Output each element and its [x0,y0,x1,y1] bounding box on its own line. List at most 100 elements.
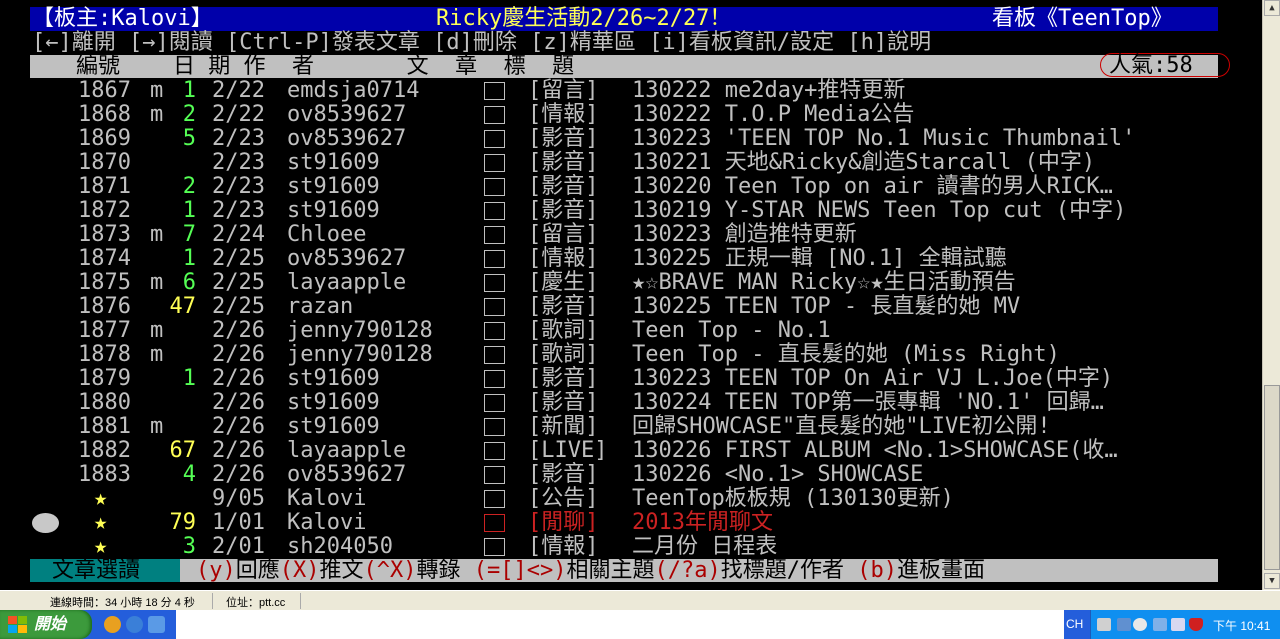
footer-command-key: (y) [196,558,236,583]
article-title: TeenTop板板規 (130130更新) [632,486,954,511]
article-category: [歌詞] [528,318,599,343]
security-shield-icon[interactable] [1189,618,1203,631]
article-number: 1870 [78,150,131,175]
article-row[interactable]: 1878 m 2/26 jenny790128 [歌詞] Teen Top - 直長髮的她… [0,343,1262,367]
article-row[interactable]: 1877 m 2/26 jenny790128 [歌詞] Teen Top - No.1 [0,319,1262,343]
pinned-star-icon: ★ [94,534,108,559]
article-author: ov8539627 [287,102,407,127]
read-status-box-icon [484,202,505,220]
article-category: [閒聊] [528,510,599,535]
article-row[interactable]: 1872 1 2/23 st91609 [影音] 130219 Y-STAR NEWS T… [0,199,1262,223]
article-category: [情報] [528,246,599,271]
input-language[interactable]: CH [1066,617,1083,631]
scroll-down-icon[interactable]: ▼ [1264,573,1280,589]
read-status-box-icon [484,346,505,364]
article-row[interactable]: 1883 4 2/26 ov8539627 [影音] 130226 <No.1> SHOW… [0,463,1262,487]
read-status-box-icon [484,490,505,508]
app-launcher-icon[interactable] [148,616,165,633]
scroll-up-icon[interactable]: ▲ [1264,0,1280,16]
recommend-count: 79 [169,510,197,535]
article-row[interactable]: 1869 5 2/23 ov8539627 [影音] 130223 'TEEN TOP N… [0,127,1262,151]
keyboard-icon[interactable] [1097,618,1111,631]
article-number: 1883 [78,462,131,487]
terminal-scrollbar[interactable]: ▲ ▼ [1262,0,1280,590]
article-row[interactable]: 1882 67 2/26 layaapple [LIVE] 130226 FIRST AL… [0,439,1262,463]
start-button[interactable]: 開始 [0,610,92,639]
recommend-count: 1 [182,366,196,391]
board-moderator: 【板主:Kalovi】 [32,6,213,31]
site-address: 位址：ptt.cc [226,597,286,609]
media-player-icon[interactable] [104,616,121,633]
expand-tray-icon[interactable] [1133,618,1147,631]
footer-command-label: 回應 [235,558,280,583]
recommend-count: 1 [182,78,196,103]
read-status-box-icon [484,418,505,436]
article-date: 2/25 [212,294,265,319]
article-row[interactable]: 1873 m 7 2/24 Chloee [留言] 130223 創造推特更新 [0,223,1262,247]
article-row[interactable]: 1875 m 6 2/25 layaapple [慶生] ★☆BRAVE MAN Ricky… [0,271,1262,295]
article-number: 1867 [78,78,131,103]
footer-command-key: (/?a) [654,558,721,583]
article-mark: m [150,342,164,367]
article-title: 130224 TEEN TOP第一張專輯 'NO.1' 回歸… [632,390,1104,415]
article-date: 2/26 [212,366,265,391]
article-date: 2/23 [212,126,265,151]
recommend-count: 67 [169,438,197,463]
article-row[interactable]: ★ 9/05 Kalovi [公告] TeenTop板板規 (130130更新) [0,487,1262,511]
footer-command-key: (b) [857,558,897,583]
article-category: [留言] [528,222,599,247]
taskbar-window-area[interactable] [176,610,1064,639]
article-row[interactable]: ★ 3 2/01 sh204050 [情報] 二月份 日程表 [0,535,1262,559]
article-title: 130225 正規一輯 [NO.1] 全輯試聽 [632,246,1007,271]
scroll-thumb[interactable] [1264,385,1280,570]
cursor-indicator-icon [32,513,59,533]
article-author: st91609 [287,198,380,223]
article-number: 1875 [78,270,131,295]
article-title: 130221 天地&Ricky&創造Starcall (中字) [632,150,1096,175]
recommend-count: 1 [182,246,196,271]
volume-icon[interactable] [1171,618,1185,631]
article-number: 1880 [78,390,131,415]
article-number: 1879 [78,366,131,391]
article-date: 2/25 [212,270,265,295]
article-row[interactable]: 1876 47 2/25 razan [影音] 130225 TEEN TOP - 長直髮… [0,295,1262,319]
article-title: 130223 TEEN TOP On Air VJ L.Joe(中字) [632,366,1114,391]
article-category: [歌詞] [528,342,599,367]
help-icon[interactable] [1117,618,1131,631]
board-name: 看板《TeenTop》 [992,6,1173,31]
article-category: [影音] [528,126,599,151]
article-row[interactable]: 1867 m 1 2/22 emdsja0714 [留言] 130222 me2day+推特… [0,79,1262,103]
status-bar: 連線時間：34 小時 18 分 4 秒 位址：ptt.cc [0,590,1280,611]
article-row[interactable]: 1874 1 2/25 ov8539627 [情報] 130225 正規一輯 [NO.1]… [0,247,1262,271]
article-number: 1873 [78,222,131,247]
article-number: 1874 [78,246,131,271]
article-number: 1869 [78,126,131,151]
article-author: st91609 [287,150,380,175]
footer-command-label: 進板畫面 [896,558,985,583]
article-category: [影音] [528,198,599,223]
article-row[interactable]: 1868 m 2 2/22 ov8539627 [情報] 130222 T.O.P Medi… [0,103,1262,127]
read-status-box-icon [484,538,505,556]
article-author: sh204050 [287,534,393,559]
article-row[interactable]: 1880 2/26 st91609 [影音] 130224 TEEN TOP第一張專輯 … [0,391,1262,415]
article-row[interactable]: 1871 2 2/23 st91609 [影音] 130220 Teen Top on a… [0,175,1262,199]
read-status-box-icon [484,178,505,196]
article-row[interactable]: 1879 1 2/26 st91609 [影音] 130223 TEEN TOP On A… [0,367,1262,391]
network-icon[interactable] [1153,618,1167,631]
article-author: layaapple [287,438,407,463]
footer-command-key: (X) [279,558,320,583]
article-category: [影音] [528,294,599,319]
footer-command-label: 找標題/作者 [720,558,858,583]
article-row[interactable]: 1870 2/23 st91609 [影音] 130221 天地&Ricky&創造Sta… [0,151,1262,175]
footer-commands: (y)回應(X)推文(^X)轉錄 (=[]<>)相關主題(/?a)找標題/作者 … [196,559,985,583]
article-title: Teen Top - No.1 [632,318,831,343]
article-date: 2/23 [212,198,265,223]
article-row[interactable]: 1881 m 2/26 st91609 [新聞] 回歸SHOWCASE"直長髮的她"LIV… [0,415,1262,439]
article-row[interactable]: ★ 79 1/01 Kalovi [閒聊] 2013年閒聊文 [0,511,1262,535]
article-date: 2/23 [212,174,265,199]
recommend-count: 6 [182,270,196,295]
read-status-box-icon [484,466,505,484]
footer-mode-label: 文章選讀 [52,558,141,583]
article-category: [LIVE] [528,438,608,463]
browser-icon[interactable] [126,616,143,633]
